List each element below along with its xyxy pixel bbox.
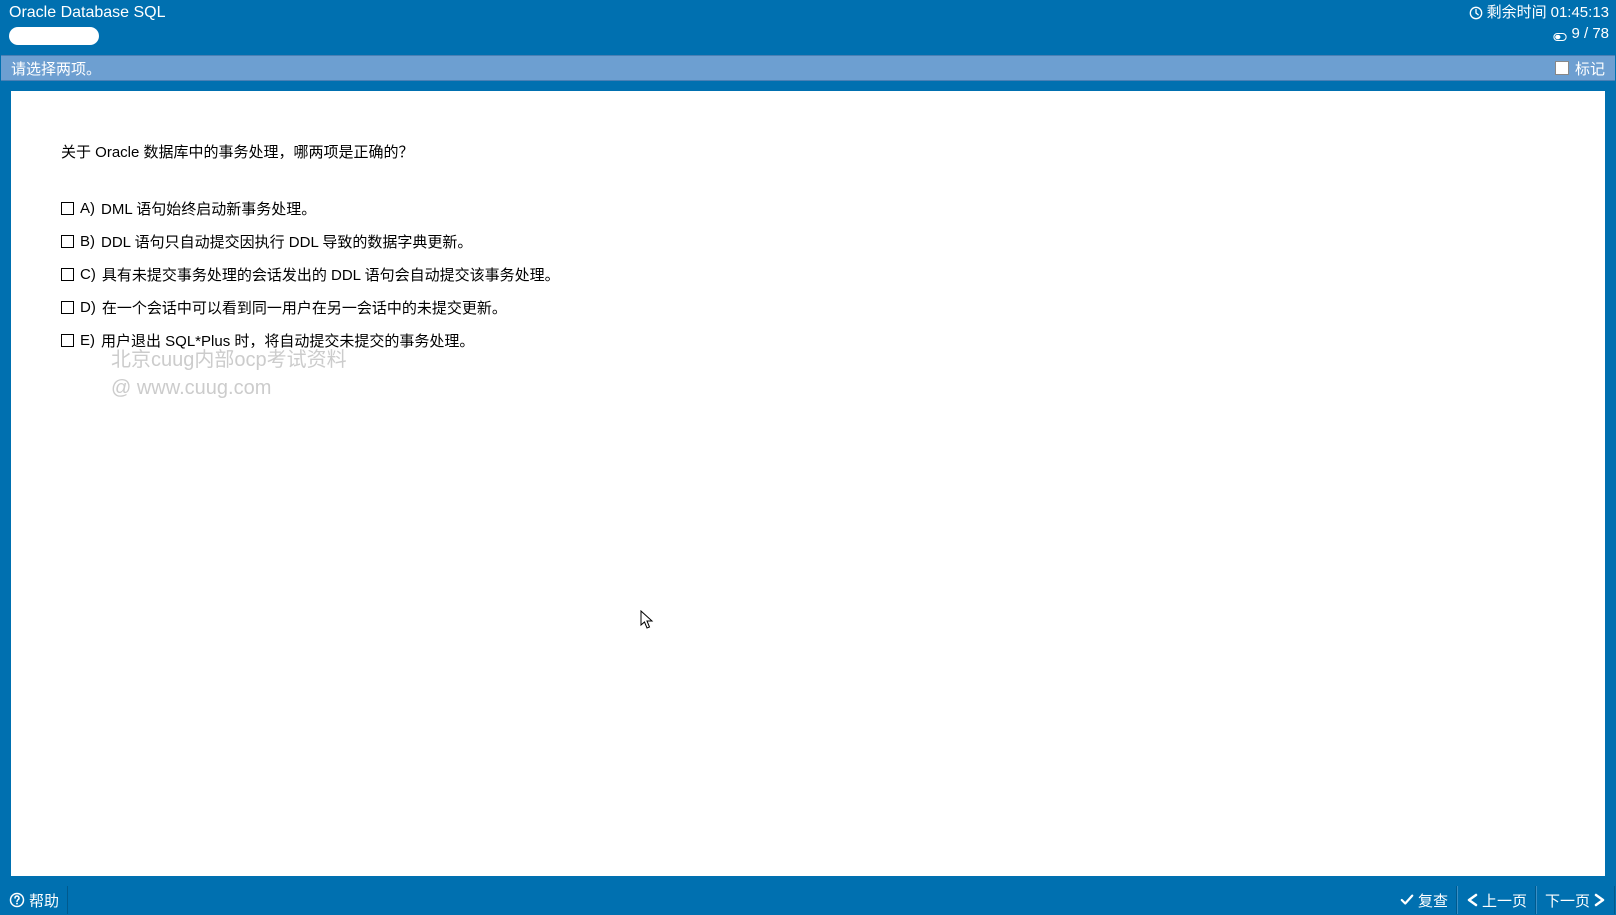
option-text: DML 语句始终启动新事务处理。 [101,198,316,219]
options-list: A) DML 语句始终启动新事务处理。 B) DDL 语句只自动提交因执行 DD… [61,198,1555,351]
option-d[interactable]: D) 在一个会话中可以看到同一用户在另一会话中的未提交更新。 [61,297,1555,318]
content-area: 关于 Oracle 数据库中的事务处理，哪两项是正确的？ A) DML 语句始终… [11,91,1605,876]
option-b[interactable]: B) DDL 语句只自动提交因执行 DDL 导致的数据字典更新。 [61,231,1555,252]
option-letter: C) [80,266,96,283]
header-bar: Oracle Database SQL 剩余时间 01:45:13 9 / 78 [1,1,1615,55]
clock-icon [1469,6,1483,20]
option-text: 在一个会话中可以看到同一用户在另一会话中的未提交更新。 [102,297,507,318]
option-d-checkbox[interactable] [61,301,74,314]
option-text: 用户退出 SQL*Plus 时，将自动提交未提交的事务处理。 [101,330,474,351]
prev-label: 上一页 [1482,890,1527,911]
footer-bar: 帮助 复查 上一页 下一页 [1,886,1615,914]
content-frame: 关于 Oracle 数据库中的事务处理，哪两项是正确的？ A) DML 语句始终… [1,81,1615,886]
instruction-text: 请选择两项。 [11,58,101,79]
check-icon [1400,893,1414,907]
arrow-right-icon [1594,893,1606,907]
arrow-left-icon [1466,893,1478,907]
option-letter: A) [80,200,95,217]
option-text: 具有未提交事务处理的会话发出的 DDL 语句会自动提交该事务处理。 [102,264,560,285]
exam-app-window: Oracle Database SQL 剩余时间 01:45:13 9 / 78… [0,0,1616,915]
option-e[interactable]: E) 用户退出 SQL*Plus 时，将自动提交未提交的事务处理。 [61,330,1555,351]
watermark: 北京cuug内部ocp考试资料 @ www.cuug.com [111,346,347,402]
mark-for-review-group[interactable]: 标记 [1555,58,1605,79]
time-label: 剩余时间 [1487,3,1547,23]
help-icon [9,892,25,908]
instruction-bar: 请选择两项。 标记 [1,55,1615,81]
time-remaining: 剩余时间 01:45:13 [1469,3,1609,23]
progress-icon [1553,29,1567,39]
exam-title: Oracle Database SQL [9,3,166,23]
candidate-badge [9,27,99,45]
progress-text: 9 / 78 [1571,25,1609,42]
time-value: 01:45:13 [1551,3,1609,23]
review-label: 复查 [1418,890,1448,911]
mark-checkbox[interactable] [1555,61,1569,75]
help-button[interactable]: 帮助 [1,886,68,914]
question-text: 关于 Oracle 数据库中的事务处理，哪两项是正确的？ [61,141,1555,162]
header-left: Oracle Database SQL [9,3,166,53]
option-letter: B) [80,233,95,250]
help-label: 帮助 [29,890,59,911]
option-e-checkbox[interactable] [61,334,74,347]
next-label: 下一页 [1545,890,1590,911]
option-c-checkbox[interactable] [61,268,74,281]
mark-label: 标记 [1575,58,1605,79]
footer-right: 复查 上一页 下一页 [1392,886,1615,914]
option-a[interactable]: A) DML 语句始终启动新事务处理。 [61,198,1555,219]
prev-button[interactable]: 上一页 [1457,886,1536,914]
review-button[interactable]: 复查 [1392,886,1457,914]
option-c[interactable]: C) 具有未提交事务处理的会话发出的 DDL 语句会自动提交该事务处理。 [61,264,1555,285]
next-button[interactable]: 下一页 [1536,886,1615,914]
option-a-checkbox[interactable] [61,202,74,215]
option-text: DDL 语句只自动提交因执行 DDL 导致的数据字典更新。 [101,231,472,252]
header-right: 剩余时间 01:45:13 9 / 78 [1469,3,1609,53]
option-letter: E) [80,332,95,349]
option-letter: D) [80,299,96,316]
question-progress: 9 / 78 [1553,25,1609,42]
option-b-checkbox[interactable] [61,235,74,248]
watermark-line2: @ www.cuug.com [111,374,347,402]
